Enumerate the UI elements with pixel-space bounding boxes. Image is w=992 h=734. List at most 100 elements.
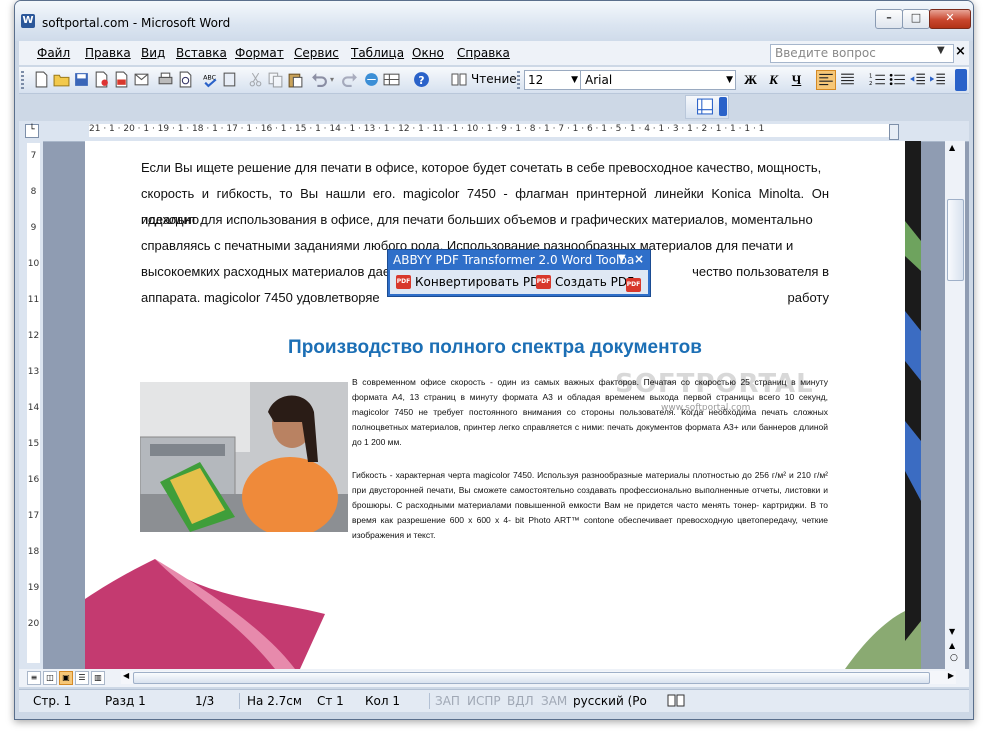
horizontal-ruler-scale: 21 · 1 · 20 · 1 · 19 · 1 · 18 · 1 · 17 ·… — [89, 124, 899, 137]
font-size-dropdown-icon[interactable]: ▼ — [571, 71, 578, 89]
help-icon[interactable]: ? — [413, 71, 430, 88]
copy-icon[interactable] — [267, 71, 284, 88]
svg-text:1: 1 — [869, 73, 872, 79]
abbyy-close-icon[interactable]: × — [634, 252, 644, 266]
research-icon[interactable] — [222, 71, 239, 88]
body-line-tail: чество пользователя в работу — [692, 264, 829, 306]
svg-text:?: ? — [418, 74, 424, 87]
menu-window[interactable]: Окно — [412, 46, 444, 60]
cut-icon[interactable] — [247, 71, 264, 88]
print-icon[interactable] — [157, 71, 174, 88]
status-overtype[interactable]: ЗАМ — [541, 694, 567, 708]
save-icon[interactable] — [73, 71, 90, 88]
maximize-button[interactable]: □ — [902, 9, 930, 29]
menu-format[interactable]: Формат — [235, 46, 284, 60]
new-document-icon[interactable] — [33, 71, 50, 88]
undo-icon[interactable] — [311, 71, 328, 88]
menu-insert[interactable]: Вставка — [176, 46, 227, 60]
abbyy-pdf-toolbar[interactable]: ABBYY PDF Transformer 2.0 Word Toolba ▼ … — [387, 249, 651, 297]
minimize-button[interactable]: – — [875, 9, 903, 29]
redo-icon[interactable] — [341, 71, 358, 88]
menu-tools[interactable]: Сервис — [294, 46, 339, 60]
pdf-settings-button[interactable]: PDF — [626, 273, 641, 292]
horizontal-ruler[interactable]: └ 21 · 1 · 20 · 1 · 19 · 1 · 18 · 1 · 17… — [19, 121, 969, 142]
vruler-number: 11 — [27, 295, 40, 305]
italic-button[interactable]: К — [764, 71, 783, 89]
convert-pdf-button[interactable]: PDF Конвертировать PDF — [396, 273, 546, 291]
menu-edit[interactable]: Правка — [85, 46, 131, 60]
scroll-up-icon[interactable]: ▲ — [949, 143, 955, 152]
horizontal-scroll-thumb[interactable] — [133, 672, 930, 684]
status-record[interactable]: ЗАП — [435, 694, 460, 708]
decrease-indent-icon[interactable] — [909, 71, 926, 88]
permission-icon[interactable] — [93, 71, 110, 88]
pdf-settings-icon: PDF — [626, 278, 641, 292]
menu-file[interactable]: Файл — [37, 46, 70, 60]
outline-view-icon[interactable]: ☰ — [75, 671, 89, 685]
title-bar[interactable]: W softportal.com - Microsoft Word – □ ✕ — [15, 1, 973, 41]
word-app-icon[interactable]: W — [21, 14, 35, 28]
menu-table[interactable]: Таблица — [351, 46, 404, 60]
bulleted-list-icon[interactable] — [889, 71, 906, 88]
reading-layout-button[interactable]: Чтение — [451, 71, 517, 88]
toolbar-options-button[interactable] — [955, 69, 967, 91]
status-extend[interactable]: ВДЛ — [507, 694, 534, 708]
print-preview-icon[interactable] — [177, 71, 194, 88]
drawing-toolbar-options[interactable] — [719, 97, 727, 116]
font-name-dropdown-icon[interactable]: ▼ — [726, 71, 733, 89]
abbyy-toolbar-body: PDF Конвертировать PDF PDF Создать PDF P… — [390, 270, 648, 294]
scroll-right-icon[interactable]: ▶ — [948, 671, 954, 680]
help-search-dropdown-icon[interactable]: ▼ — [937, 45, 945, 56]
font-size-select[interactable]: 12 ▼ — [524, 70, 581, 90]
vruler-number: 8 — [30, 187, 37, 197]
status-track-changes[interactable]: ИСПР — [467, 694, 501, 708]
status-language[interactable]: русский (Ро — [573, 694, 647, 708]
font-name-select[interactable]: Arial ▼ — [580, 70, 736, 90]
create-pdf-button[interactable]: PDF Создать PDF — [536, 273, 634, 291]
numbered-list-icon[interactable]: 12 — [869, 71, 886, 88]
align-left-icon[interactable] — [816, 70, 836, 90]
menu-help[interactable]: Справка — [457, 46, 510, 60]
previous-page-icon[interactable]: ▲ — [949, 641, 955, 650]
toolbar-grip-formatting[interactable] — [517, 71, 520, 89]
print-layout-icon[interactable]: ▣ — [59, 671, 73, 685]
select-browse-object-icon[interactable]: ○ — [950, 653, 958, 663]
increase-indent-icon[interactable] — [929, 71, 946, 88]
bold-button[interactable]: Ж — [741, 71, 760, 89]
document-area: └ 21 · 1 · 20 · 1 · 19 · 1 · 18 · 1 · 17… — [19, 121, 969, 669]
underline-button[interactable]: Ч — [787, 71, 806, 89]
tables-borders-icon[interactable] — [383, 71, 400, 88]
open-folder-icon[interactable] — [53, 71, 70, 88]
scroll-left-icon[interactable]: ◀ — [123, 671, 129, 680]
abbyy-toolbar-title[interactable]: ABBYY PDF Transformer 2.0 Word Toolba — [393, 253, 634, 267]
vruler-number: 18 — [27, 547, 40, 557]
reading-view-icon[interactable]: ▥ — [91, 671, 105, 685]
toolbar-grip[interactable] — [21, 71, 24, 89]
help-search-input[interactable]: Введите вопрос — [770, 44, 954, 63]
email-icon[interactable] — [133, 71, 150, 88]
vruler-number: 17 — [27, 511, 40, 521]
spelling-status-book-icon[interactable] — [667, 693, 685, 708]
align-justify-icon[interactable] — [839, 71, 856, 88]
spelling-icon[interactable]: ABC — [202, 71, 219, 88]
abbyy-options-icon[interactable]: ▼ — [618, 253, 626, 264]
document-page[interactable]: Если Вы ищете решение для печати в офисе… — [85, 141, 905, 669]
hyperlink-icon[interactable] — [363, 71, 380, 88]
create-pdf-label: Создать PDF — [555, 275, 635, 289]
right-indent-marker[interactable] — [889, 124, 899, 140]
horizontal-scrollbar[interactable]: ◀ ▶ — [121, 671, 956, 684]
drawing-grid-icon[interactable] — [696, 98, 714, 115]
paste-icon[interactable] — [287, 71, 304, 88]
document-close-icon[interactable]: × — [955, 44, 966, 59]
normal-view-icon[interactable]: ≡ — [27, 671, 41, 685]
menu-view[interactable]: Вид — [141, 46, 165, 60]
tab-selector[interactable]: └ — [25, 124, 39, 138]
web-layout-icon[interactable]: ◫ — [43, 671, 57, 685]
vertical-scrollbar[interactable]: ▲ ▼ ▲ ○ — [945, 141, 965, 669]
scroll-down-icon[interactable]: ▼ — [949, 627, 955, 636]
pdf-export-icon[interactable] — [113, 71, 130, 88]
vertical-scroll-thumb[interactable] — [947, 199, 964, 281]
close-button[interactable]: ✕ — [929, 9, 971, 29]
pdf-icon: PDF — [536, 275, 551, 289]
drawing-toolbar — [685, 95, 729, 119]
